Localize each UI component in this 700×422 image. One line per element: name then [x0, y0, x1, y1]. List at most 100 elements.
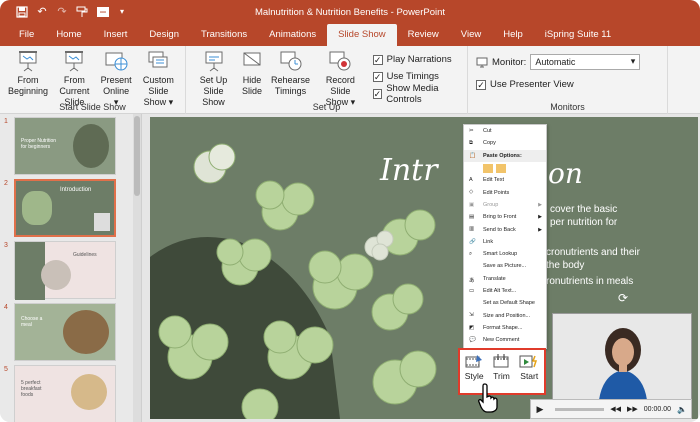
title-bar: ↶ ↷ ▾ Malnutrition & Nutrition Benefits …	[0, 0, 700, 24]
checkmark-icon: ✓	[476, 79, 486, 90]
tab-file[interactable]: File	[8, 24, 45, 46]
use-presenter-view-checkbox[interactable]: ✓ Use Presenter View	[476, 76, 663, 93]
mini-toolbar: Style Trim Start	[458, 348, 546, 395]
slide-thumbnail-1[interactable]: Proper Nutrition for beginners	[14, 117, 116, 175]
send-back-icon: ▥	[469, 226, 475, 233]
tab-insert[interactable]: Insert	[93, 24, 139, 46]
trim-icon	[493, 354, 509, 368]
slide-number: 4	[4, 304, 8, 311]
slide-thumbnail-5[interactable]: 5 perfect breakfast foods	[14, 365, 116, 422]
hide-slide-icon	[243, 52, 261, 66]
tab-review[interactable]: Review	[397, 24, 450, 46]
menu-item-cut[interactable]: ✂ Cut	[464, 125, 546, 137]
food-plate-image	[41, 260, 71, 290]
menu-item-save-as-picture[interactable]: Save as Picture...	[464, 260, 546, 272]
video-progress-bar[interactable]	[555, 407, 605, 411]
checkmark-icon: ✓	[372, 71, 383, 82]
show-media-controls-checkbox[interactable]: ✓ Show Media Controls	[372, 83, 463, 105]
projector-screen-icon	[19, 51, 38, 72]
slide-thumbnail-3[interactable]: Guidelines	[14, 241, 116, 300]
custom-show-icon	[148, 51, 168, 68]
start-icon	[519, 355, 538, 368]
menu-item-size-position[interactable]: ⇲ Size and Position...	[464, 309, 546, 321]
tab-ispring[interactable]: iSpring Suite 11	[534, 24, 622, 46]
volume-icon[interactable]: 🔈	[677, 405, 687, 414]
menu-item-link[interactable]: 🔗 Link	[464, 236, 546, 248]
checkmark-icon: ✓	[372, 54, 383, 65]
play-narrations-checkbox[interactable]: ✓ Play Narrations	[372, 51, 463, 68]
tab-home[interactable]: Home	[45, 24, 92, 46]
slide-thumbnail-2[interactable]: Introduction	[14, 179, 116, 237]
paste-picture-icon[interactable]	[496, 163, 506, 173]
bullet-1-line2: per nutrition for	[550, 217, 618, 228]
menu-item-edit-text[interactable]: A Edit Text	[464, 174, 546, 186]
menu-item-edit-points[interactable]: ◇ Edit Points	[464, 186, 546, 198]
menu-item-send-to-back[interactable]: ▥ Send to Back ▶	[464, 223, 546, 235]
globe-screen-icon	[105, 52, 128, 71]
copy-icon: ⧉	[469, 140, 473, 147]
slide-number: 5	[4, 366, 8, 373]
paste-options-row	[464, 162, 546, 174]
menu-header-paste: 📋 Paste Options:	[464, 149, 546, 162]
hand-cursor-icon	[478, 383, 498, 413]
slide-number: 2	[4, 180, 8, 187]
tab-transitions[interactable]: Transitions	[190, 24, 258, 46]
start-button[interactable]: Start	[519, 354, 539, 393]
bullet-1-line1: cover the basic	[550, 204, 618, 215]
broccoli-image	[22, 191, 52, 225]
group-label: Set Up	[312, 102, 341, 112]
tab-slide-show[interactable]: Slide Show	[327, 24, 397, 46]
tab-design[interactable]: Design	[138, 24, 190, 46]
menu-item-new-comment[interactable]: 💬 New Comment	[464, 334, 546, 346]
thumbnails-scrollbar[interactable]	[133, 114, 141, 422]
menu-item-translate[interactable]: あ Translate	[464, 273, 546, 285]
tab-help[interactable]: Help	[492, 24, 534, 46]
group-icon: ▣	[469, 201, 475, 208]
menu-item-group[interactable]: ▣ Group ▶	[464, 199, 546, 211]
start-slide-show-group: From Beginning From Current Slide Presen…	[0, 46, 186, 114]
slide-thumbnails-pane: 1 Proper Nutrition for beginners 2 Intro…	[0, 114, 142, 422]
menu-item-bring-to-front[interactable]: ▤ Bring to Front ▶	[464, 211, 546, 223]
forward-icon[interactable]: ▶▶	[627, 405, 638, 413]
record-icon	[329, 51, 351, 71]
menu-item-format-shape[interactable]: ◩ Format Shape...	[464, 322, 546, 334]
rotate-handle-icon[interactable]: ⟳	[618, 291, 628, 305]
rewind-icon[interactable]: ◀◀	[610, 405, 621, 413]
submenu-arrow-icon: ▶	[538, 226, 542, 233]
menu-item-set-default-shape[interactable]: Set as Default Shape	[464, 297, 546, 309]
slide-title[interactable]: Intr	[380, 153, 438, 188]
video-thumbnail	[94, 213, 110, 231]
monitor-dropdown[interactable]: Automatic	[530, 54, 641, 70]
context-menu: ✂ Cut ⧉ Copy 📋 Paste Options: A Edit Text ◇ E…	[463, 124, 547, 349]
play-icon[interactable]: ▶	[531, 404, 549, 415]
tab-view[interactable]: View	[450, 24, 492, 46]
ribbon: From Beginning From Current Slide Presen…	[0, 46, 700, 114]
slide-thumbnail-4[interactable]: Choose a meal	[14, 303, 116, 361]
slide-number: 1	[4, 118, 8, 125]
clipboard-icon: 📋	[469, 152, 476, 159]
scissors-icon: ✂	[469, 128, 474, 134]
monitor-row: Monitor: Automatic	[476, 54, 663, 70]
stopwatch-icon	[280, 51, 302, 71]
ribbon-tabs: File Home Insert Design Transitions Anim…	[0, 24, 700, 46]
bring-front-icon: ▤	[469, 214, 475, 221]
bullet-2-line1: cronutrients and their	[546, 247, 640, 258]
link-icon: 🔗	[469, 238, 476, 245]
presenter-video-image	[553, 314, 691, 400]
meal-plates-image	[63, 310, 109, 354]
monitors-group: Monitor: Automatic ✓Use Presenter View M…	[468, 46, 668, 114]
paste-keep-icon[interactable]	[483, 163, 493, 173]
search-icon: ⌕	[469, 250, 473, 257]
group-label: Start Slide Show	[59, 102, 126, 112]
menu-item-smart-lookup[interactable]: ⌕ Smart Lookup	[464, 248, 546, 260]
translate-icon: あ	[469, 277, 475, 284]
menu-item-edit-alt-text[interactable]: ▭ Edit Alt Text...	[464, 285, 546, 297]
text-icon: A	[469, 177, 473, 184]
format-shape-icon: ◩	[469, 324, 475, 331]
menu-item-copy[interactable]: ⧉ Copy	[464, 137, 546, 149]
set-up-group: Set Up Slide Show Hide Slide Rehearse Ti…	[186, 46, 468, 114]
breakfast-image	[71, 374, 107, 410]
bullet-2-line2: the body	[546, 260, 585, 271]
points-icon: ◇	[469, 189, 474, 196]
tab-animations[interactable]: Animations	[258, 24, 327, 46]
